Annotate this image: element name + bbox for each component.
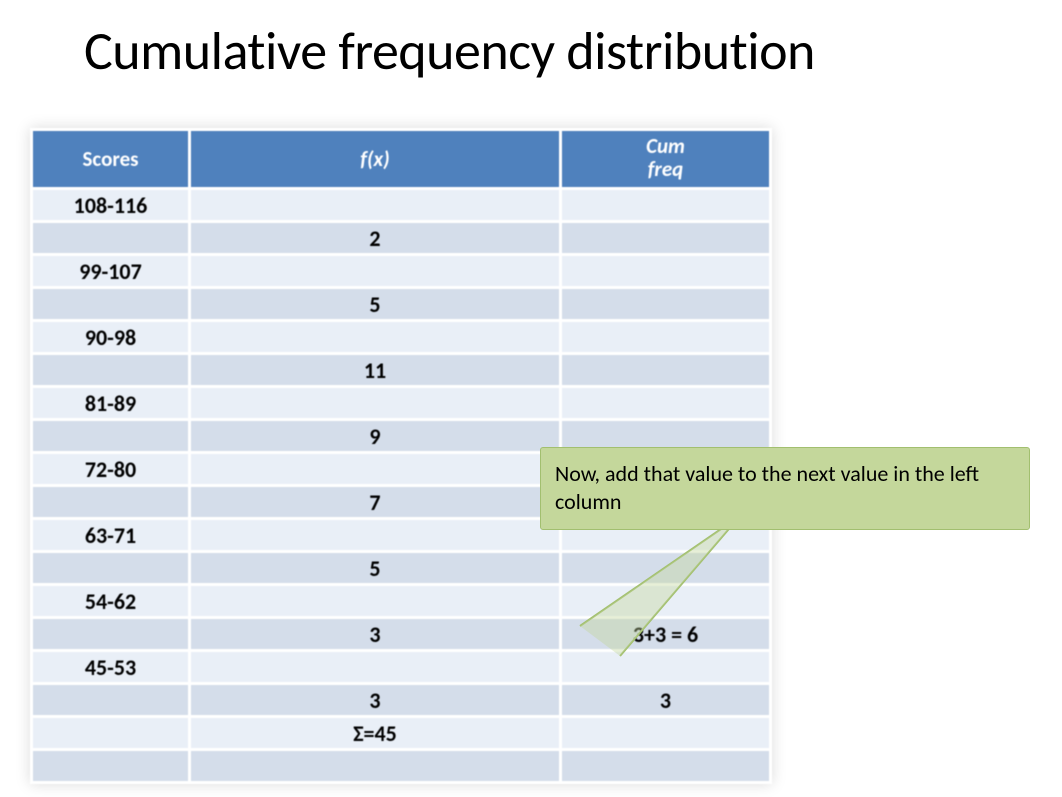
table-row: 5 — [32, 288, 771, 321]
cell-blank — [561, 750, 771, 783]
callout-text: Now, add that value to the next value in… — [555, 460, 979, 515]
cell-score: 99-107 — [32, 255, 190, 288]
page-title: Cumulative frequency distribution — [84, 18, 815, 84]
cell-fx: 5 — [190, 288, 561, 321]
header-cumfreq-label: Cumfreq — [646, 133, 685, 182]
table-row-sigma: Σ=45 — [32, 717, 771, 750]
cell-blank — [190, 750, 561, 783]
cell-score: 90-98 — [32, 321, 190, 354]
table-row: 2 — [32, 222, 771, 255]
table-row: 45-53 — [32, 651, 771, 684]
cell-blank — [32, 618, 190, 651]
cell-cum — [561, 354, 771, 387]
cell-sigma: Σ=45 — [190, 717, 561, 750]
header-fx-label: f(x) — [360, 146, 389, 172]
cell-blank — [32, 288, 190, 321]
header-scores-label: Scores — [82, 146, 138, 172]
cell-blank — [32, 420, 190, 453]
cell-blank — [190, 189, 561, 222]
cell-blank — [190, 387, 561, 420]
cell-blank — [32, 354, 190, 387]
cell-blank — [561, 387, 771, 420]
table-row: 90-98 — [32, 321, 771, 354]
cell-blank — [561, 189, 771, 222]
cell-blank — [561, 717, 771, 750]
instruction-callout: Now, add that value to the next value in… — [540, 447, 1030, 530]
cell-score: 54-62 — [32, 585, 190, 618]
header-scores: Scores — [32, 130, 190, 189]
cell-score: 72-80 — [32, 453, 190, 486]
cell-cum — [561, 222, 771, 255]
cell-blank — [190, 651, 561, 684]
header-fx: f(x) — [190, 130, 561, 189]
table-row — [32, 750, 771, 783]
table-header-row: Scores f(x) Cumfreq — [32, 130, 771, 189]
cell-cum: 3+3 = 6 — [561, 618, 771, 651]
table-row: 11 — [32, 354, 771, 387]
cell-fx: 5 — [190, 552, 561, 585]
cell-blank — [32, 486, 190, 519]
cell-cum — [561, 552, 771, 585]
cell-blank — [190, 453, 561, 486]
cell-blank — [561, 585, 771, 618]
cell-fx: 9 — [190, 420, 561, 453]
table-row: 5 — [32, 552, 771, 585]
cell-score: 108-116 — [32, 189, 190, 222]
cell-blank — [561, 255, 771, 288]
table-row: 108-116 — [32, 189, 771, 222]
cell-blank — [32, 750, 190, 783]
cell-blank — [190, 321, 561, 354]
table-row: 3 3+3 = 6 — [32, 618, 771, 651]
cell-score: 81-89 — [32, 387, 190, 420]
header-cumfreq: Cumfreq — [561, 130, 771, 189]
table-row: 54-62 — [32, 585, 771, 618]
cell-score: 63-71 — [32, 519, 190, 552]
cell-blank — [190, 255, 561, 288]
cell-blank — [190, 585, 561, 618]
table-row: 3 3 — [32, 684, 771, 717]
cell-cum — [561, 288, 771, 321]
table-row: 99-107 — [32, 255, 771, 288]
cell-fx: 11 — [190, 354, 561, 387]
cell-blank — [561, 651, 771, 684]
cell-fx: 2 — [190, 222, 561, 255]
cell-cum: 3 — [561, 684, 771, 717]
cell-blank — [32, 717, 190, 750]
slide: Cumulative frequency distribution Scores… — [0, 0, 1062, 797]
cell-fx: 3 — [190, 618, 561, 651]
cell-blank — [32, 552, 190, 585]
cell-fx: 7 — [190, 486, 561, 519]
table-row: 81-89 — [32, 387, 771, 420]
cell-fx: 3 — [190, 684, 561, 717]
cell-blank — [561, 321, 771, 354]
cell-blank — [32, 222, 190, 255]
cell-blank — [190, 519, 561, 552]
cell-score: 45-53 — [32, 651, 190, 684]
cell-blank — [32, 684, 190, 717]
